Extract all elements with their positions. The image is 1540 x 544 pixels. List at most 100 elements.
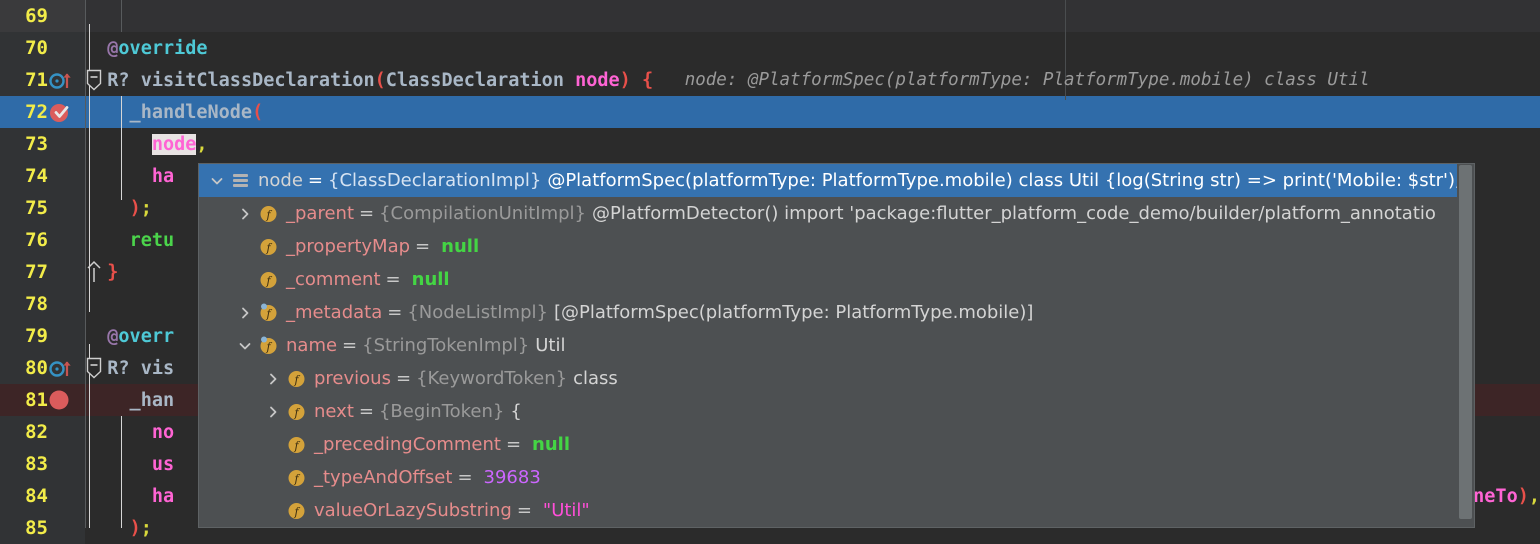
value-name: previous bbox=[314, 368, 391, 389]
code-line-text[interactable]: node, bbox=[85, 128, 208, 160]
equals-sign: = bbox=[395, 368, 412, 389]
code-token: ; bbox=[140, 197, 152, 219]
chevron-right-icon[interactable] bbox=[237, 206, 253, 222]
value-content: null bbox=[532, 434, 570, 455]
value-content: @PlatformDetector() import 'package:flut… bbox=[591, 203, 1436, 224]
field-icon: f bbox=[287, 402, 306, 421]
code-token: { bbox=[641, 69, 654, 91]
popup-scrollbar[interactable] bbox=[1457, 164, 1474, 527]
debugger-value-popup[interactable]: node = {ClassDeclarationImpl} @PlatformSpec… bbox=[198, 163, 1475, 528]
line-number: 83 bbox=[25, 453, 48, 475]
value-content: null bbox=[441, 236, 480, 257]
value-content: 39683 bbox=[483, 467, 541, 488]
value-type: {ClassDeclarationImpl} bbox=[328, 170, 542, 191]
value-name: valueOrLazySubstring bbox=[314, 500, 512, 521]
code-line-text[interactable]: _handleNode( bbox=[85, 96, 264, 128]
equals-sign: = bbox=[307, 170, 324, 191]
value-tree-row[interactable]: f _precedingComment = null bbox=[199, 428, 1474, 461]
value-tree-row[interactable]: f _parent = {CompilationUnitImpl} @PlatformD… bbox=[199, 197, 1474, 230]
equals-sign: = bbox=[358, 401, 374, 422]
value-content: { bbox=[510, 401, 522, 422]
code-token: , bbox=[196, 133, 208, 155]
value-type: {KeywordToken} bbox=[416, 368, 568, 389]
code-line-text[interactable]: ha bbox=[85, 160, 174, 192]
chevron-right-icon[interactable] bbox=[265, 371, 281, 387]
field-icon: f bbox=[259, 204, 278, 223]
chevron-down-icon[interactable] bbox=[209, 173, 225, 189]
code-token: node bbox=[575, 69, 620, 91]
value-tree-row[interactable]: f _comment = null bbox=[199, 263, 1474, 296]
code-line-text[interactable]: @ overr bbox=[85, 320, 174, 352]
code-line-text[interactable]: } bbox=[85, 256, 118, 288]
code-line-text[interactable]: retu bbox=[85, 224, 175, 256]
code-line-text[interactable]: _han bbox=[85, 384, 175, 416]
code-line-text[interactable]: us bbox=[85, 448, 174, 480]
value-tree-row[interactable]: f _propertyMap = null bbox=[199, 230, 1474, 263]
value-content: class bbox=[573, 368, 618, 389]
value-tree-row[interactable]: f _metadata = {NodeListImpl} [@PlatformSpec(… bbox=[199, 296, 1474, 329]
code-line-text[interactable]: @ override bbox=[85, 32, 207, 64]
chevron-right-icon[interactable] bbox=[237, 305, 253, 321]
code-token: _handleNode bbox=[85, 101, 253, 123]
line-number: 69 bbox=[25, 5, 48, 27]
node-list-icon bbox=[231, 171, 250, 190]
value-name: _typeAndOffset bbox=[314, 467, 453, 488]
field-icon: f bbox=[259, 270, 278, 289]
code-line-highlight bbox=[85, 96, 1540, 128]
code-line-text[interactable]: ); bbox=[85, 192, 152, 224]
code-token: node bbox=[151, 133, 197, 155]
code-line-text[interactable]: ha bbox=[85, 480, 174, 512]
code-token: no bbox=[151, 421, 175, 443]
line-number: 76 bbox=[25, 229, 48, 251]
line-number: 73 bbox=[25, 133, 48, 155]
indent-guide bbox=[121, 0, 122, 32]
code-token: neTo bbox=[1473, 485, 1518, 507]
equals-sign: = bbox=[415, 236, 431, 257]
equals-sign: = bbox=[387, 302, 403, 323]
value-tree-row[interactable]: f _typeAndOffset = 39683 bbox=[199, 461, 1474, 494]
value-content: @PlatformSpec(platformType: PlatformType… bbox=[547, 170, 1473, 191]
code-token: @ bbox=[107, 37, 119, 59]
field-icon-watched: f bbox=[259, 303, 278, 322]
code-line-text[interactable]: ); bbox=[85, 512, 152, 544]
code-token: ) bbox=[1517, 485, 1529, 507]
code-token: _han bbox=[85, 389, 175, 411]
chevron-right-icon[interactable] bbox=[265, 404, 281, 420]
code-line-text[interactable]: R? vis bbox=[85, 352, 174, 384]
line-number: 77 bbox=[25, 261, 48, 283]
value-content: Util bbox=[535, 335, 566, 356]
code-token: ) bbox=[129, 197, 141, 219]
code-token: vis bbox=[129, 357, 175, 379]
line-number: 84 bbox=[25, 485, 48, 507]
breakpoint-icon[interactable] bbox=[48, 384, 78, 416]
value-type: {NodeListImpl} bbox=[407, 302, 548, 323]
value-tree-row[interactable]: f next = {BeginToken}{ bbox=[199, 395, 1474, 428]
line-number: 74 bbox=[25, 165, 48, 187]
code-token: ( bbox=[374, 69, 386, 91]
value-tree-row[interactable]: f name = {StringTokenImpl} Util bbox=[199, 329, 1474, 362]
code-line-text[interactable]: R? visitClassDeclaration(ClassDeclaratio… bbox=[85, 64, 1369, 96]
override-method-icon[interactable] bbox=[48, 64, 78, 96]
value-tree-row[interactable]: node = {ClassDeclarationImpl} @PlatformSpec… bbox=[199, 164, 1474, 197]
code-token: @ bbox=[107, 325, 119, 347]
code-line-text[interactable]: no bbox=[85, 416, 174, 448]
breakpoint-verified-icon[interactable] bbox=[48, 96, 78, 128]
code-token: ) bbox=[129, 517, 141, 539]
value-tree-row[interactable]: f valueOrLazySubstring = "Util" bbox=[199, 494, 1474, 527]
field-icon-watched: f bbox=[259, 336, 278, 355]
override-method-icon[interactable] bbox=[48, 352, 78, 384]
popup-scrollbar-thumb[interactable] bbox=[1459, 165, 1472, 519]
code-token: ClassDeclaration bbox=[385, 69, 576, 91]
line-number: 81 bbox=[25, 389, 48, 411]
chevron-down-icon[interactable] bbox=[237, 338, 253, 354]
value-tree-row[interactable]: f previous = {KeywordToken} class bbox=[199, 362, 1474, 395]
